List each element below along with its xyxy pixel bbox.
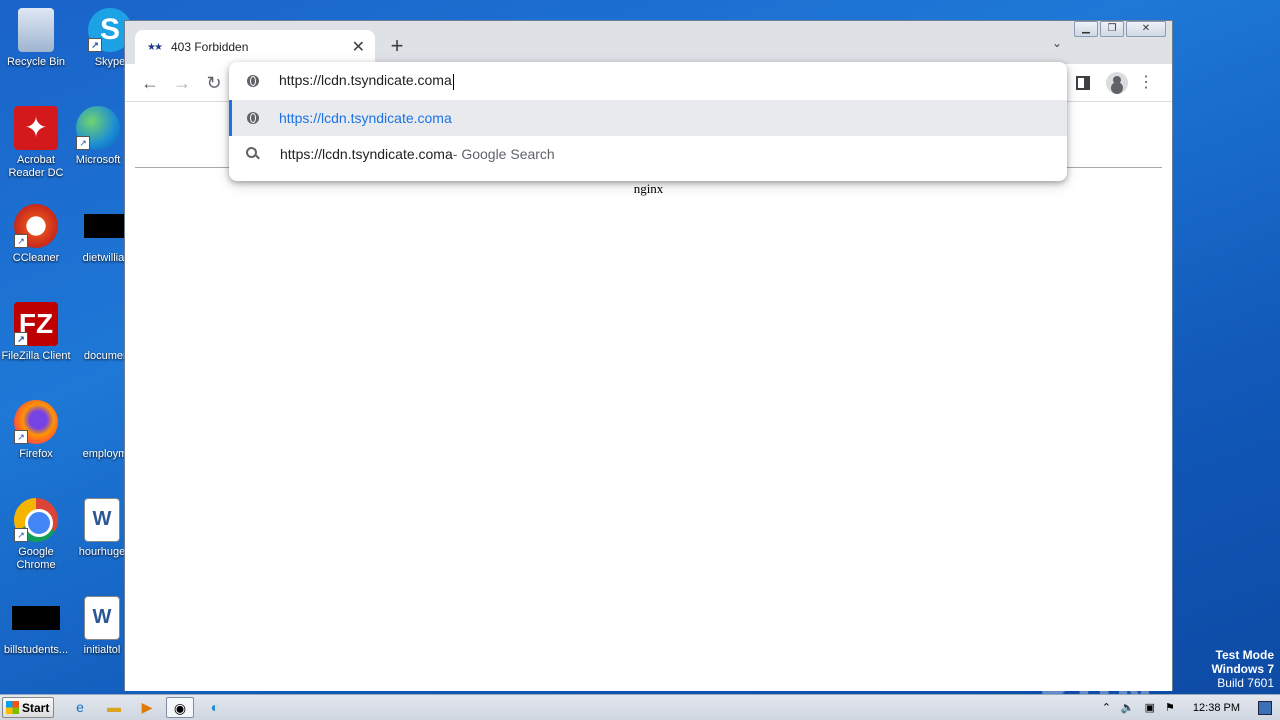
firefox-icon: ↗ [14, 400, 58, 444]
globe-icon [247, 75, 259, 87]
browser-tab[interactable]: ★★ 403 Forbidden ✕ [135, 30, 375, 64]
desktop-icon-recycle-bin[interactable]: Recycle Bin [0, 8, 72, 69]
edge-icon: ↗ [76, 106, 120, 150]
side-panel-icon[interactable] [1076, 76, 1090, 90]
shortcut-arrow-icon: ↗ [14, 234, 28, 248]
reload-button[interactable]: ↻ [203, 72, 225, 94]
desktop-icon-label: billstudents... [3, 644, 69, 656]
server-signature: nginx [633, 181, 664, 196]
word-icon: W [84, 498, 120, 542]
chrome-icon: ↗ [14, 498, 58, 542]
text-caret [452, 73, 454, 90]
forward-button[interactable]: → [171, 72, 193, 94]
desktop-icon-label: CCleaner [12, 252, 60, 264]
menu-icon[interactable]: ⋮ [1138, 72, 1154, 94]
network-icon[interactable]: ▣ [1145, 701, 1155, 714]
suggestion-url-text: https://lcdn.tsyndicate.coma [279, 110, 452, 126]
edge-taskbar-icon[interactable]: ◐ [201, 697, 229, 718]
page-content: nginx [125, 102, 1172, 691]
recycle-bin-icon [18, 8, 54, 52]
desktop-icon-ccleaner[interactable]: ↗ CCleaner [0, 204, 72, 265]
acrobat-icon: ✦ [14, 106, 58, 150]
os-label: Windows 7 [1211, 662, 1274, 676]
explorer-taskbar-icon[interactable]: ▬ [100, 697, 128, 718]
taskbar: Start e ▬ ▶ ◉ ◐ ⌃ 🔈 ▣ ⚑ 12:38 PM [0, 694, 1280, 720]
ccleaner-icon: ↗ [14, 204, 58, 248]
start-button[interactable]: Start [2, 697, 54, 718]
start-label: Start [22, 700, 50, 715]
shortcut-arrow-icon: ↗ [88, 38, 102, 52]
shortcut-arrow-icon: ↗ [14, 528, 28, 542]
system-tray: ⌃ 🔈 ▣ ⚑ 12:38 PM [1102, 695, 1280, 720]
suggestion-search[interactable]: https://lcdn.tsyndicate.coma - Google Se… [229, 136, 1067, 172]
clock[interactable]: 12:38 PM [1193, 702, 1240, 714]
close-window-button[interactable]: ✕ [1126, 21, 1166, 37]
build-label: Build 7601 [1217, 676, 1274, 690]
suggestion-search-text: https://lcdn.tsyndicate.coma [280, 146, 453, 162]
desktop-icon-label: FileZilla Client [1, 350, 71, 362]
test-mode-notice: Test Mode Windows 7 Build 7601 [1211, 648, 1274, 690]
desktop-icon-filezilla[interactable]: FZ ↗ FileZilla Client [0, 302, 72, 363]
desktop-icon-label: Firefox [19, 448, 53, 460]
desktop-icon-label: Recycle Bin [6, 56, 66, 68]
profile-avatar-icon[interactable] [1106, 72, 1128, 94]
suggestion-url[interactable]: https://lcdn.tsyndicate.coma [229, 100, 1067, 136]
chrome-taskbar-icon[interactable]: ◉ [166, 697, 194, 718]
desktop-icon-chrome[interactable]: ↗ Google Chrome [0, 498, 72, 572]
volume-icon[interactable]: 🔈 [1121, 701, 1135, 714]
globe-icon [247, 112, 259, 124]
shortcut-arrow-icon: ↗ [14, 332, 28, 346]
shortcut-arrow-icon: ↗ [76, 136, 90, 150]
search-icon [246, 147, 260, 161]
minimize-button[interactable]: ▁ [1074, 21, 1098, 37]
window-controls: ▁ ❐ ✕ [1074, 21, 1166, 39]
desktop-icon-label: Google Chrome [16, 546, 56, 571]
suggestion-search-suffix: - Google Search [452, 146, 555, 162]
windows-logo-icon [6, 701, 19, 714]
tab-favicon-icon: ★★ [147, 41, 163, 53]
tab-search-chevron-icon[interactable]: ⌄ [1052, 36, 1062, 50]
file-icon [12, 606, 60, 630]
omnibox-dropdown: https://lcdn.tsyndicate.coma https://lcd… [229, 62, 1067, 181]
tab-title: 403 Forbidden [171, 40, 249, 54]
media-player-taskbar-icon[interactable]: ▶ [133, 697, 161, 718]
flag-icon[interactable]: ⚑ [1165, 701, 1175, 714]
word-icon: W [84, 596, 120, 640]
address-bar[interactable]: https://lcdn.tsyndicate.coma [229, 62, 1067, 100]
test-mode-label: Test Mode [1215, 648, 1274, 662]
tab-close-icon[interactable]: ✕ [352, 37, 365, 57]
filezilla-icon: FZ ↗ [14, 302, 58, 346]
show-desktop-button[interactable] [1258, 700, 1272, 715]
desktop-icon-firefox[interactable]: ↗ Firefox [0, 400, 72, 461]
back-button[interactable]: ← [139, 72, 161, 94]
tray-expand-icon[interactable]: ⌃ [1102, 701, 1111, 714]
shortcut-arrow-icon: ↗ [14, 430, 28, 444]
restore-button[interactable]: ❐ [1100, 21, 1124, 37]
new-tab-button[interactable]: + [387, 34, 407, 58]
ie-taskbar-icon[interactable]: e [66, 697, 94, 718]
desktop-icon-billstudents[interactable]: billstudents... [0, 596, 72, 657]
address-input[interactable]: https://lcdn.tsyndicate.coma [279, 72, 454, 90]
